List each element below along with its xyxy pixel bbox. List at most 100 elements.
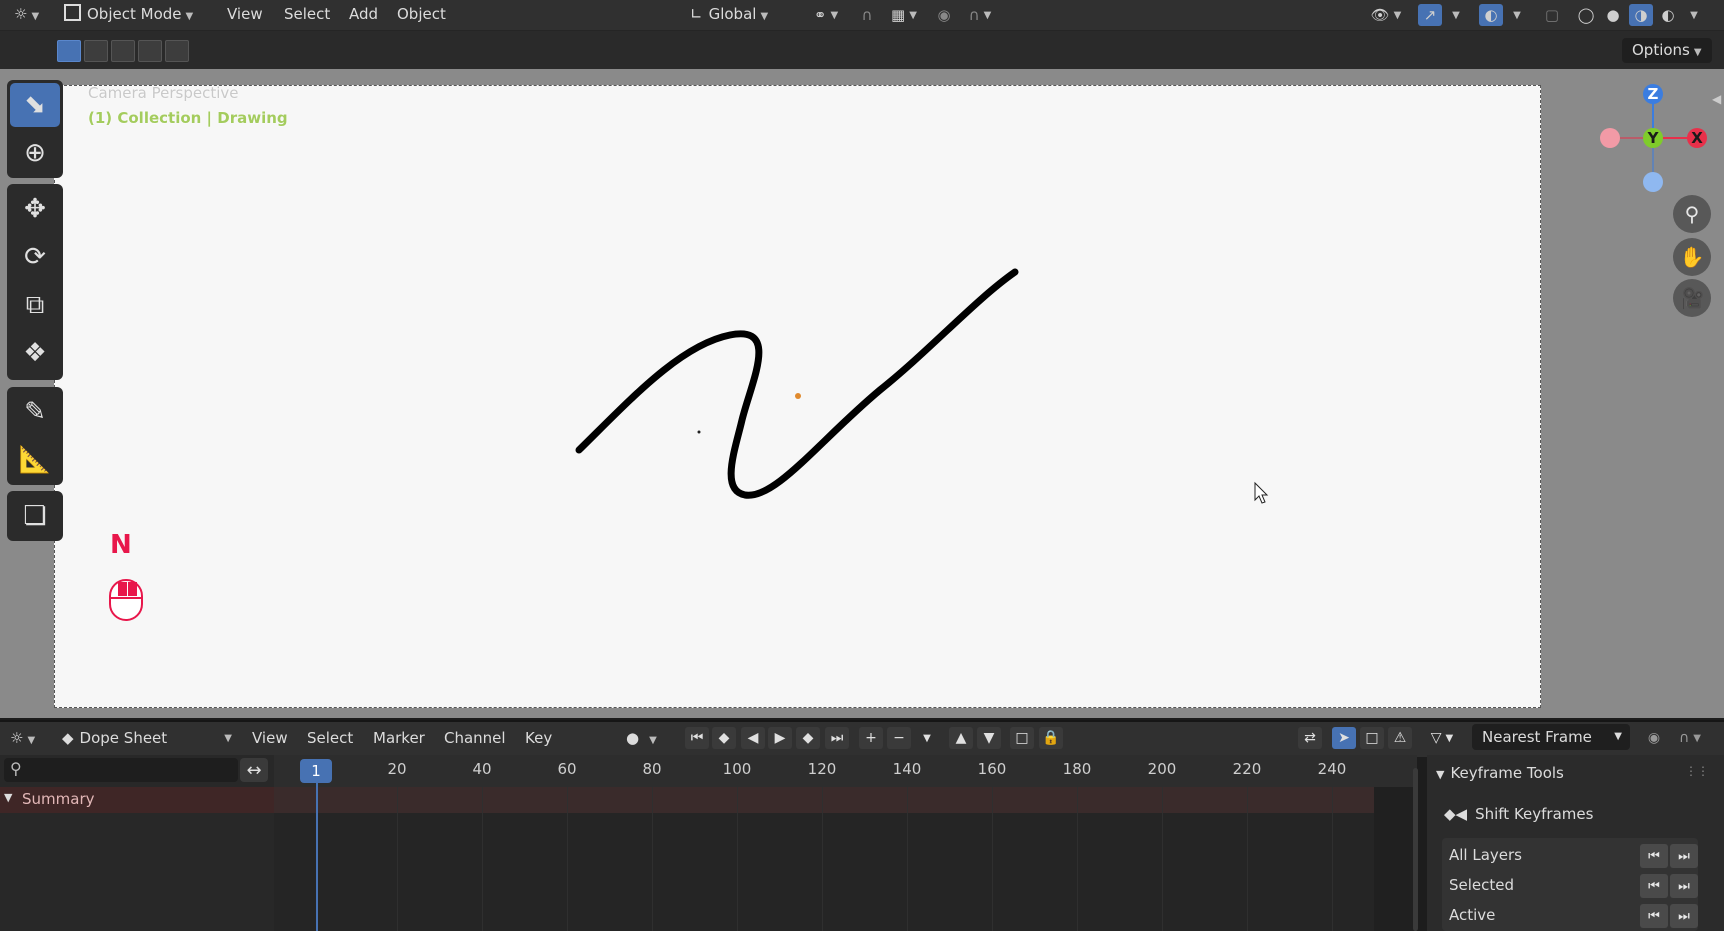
tool-move[interactable]: ✥ (10, 187, 60, 231)
collapse-expand-button[interactable]: ↔ (240, 758, 268, 782)
tool-annotate[interactable]: ✎ (10, 390, 60, 434)
chevron-down-icon: ▼ (1614, 731, 1622, 742)
sidebar-toggle-arrow[interactable]: ◀ (1712, 92, 1724, 108)
monitor-icon: □ (1015, 730, 1029, 746)
all-layers-shift-left-button[interactable]: ⏮ (1640, 844, 1668, 868)
shift-keyframes-text: Shift Keyframes (1475, 805, 1594, 823)
object-origin-point (795, 393, 801, 399)
chevron-down-icon: ▼ (1445, 732, 1454, 744)
only-errors-toggle[interactable]: ⚠ (1388, 727, 1412, 749)
prev-keyframe-button[interactable]: ◆ (712, 727, 736, 749)
mouse-button-icon (109, 579, 143, 621)
chevron-down-icon: ▼ (1436, 768, 1445, 781)
next-keyframe-button[interactable]: ◆ (796, 727, 820, 749)
dashed-box-icon: □ (1365, 730, 1379, 746)
show-hidden-toggle[interactable]: □ (1360, 727, 1384, 749)
rotate-icon: ⟳ (24, 242, 46, 272)
zoom-button[interactable]: ⚲ (1673, 195, 1711, 233)
channel-search-input[interactable]: ⚲ (4, 758, 238, 782)
selected-shift-right-button[interactable]: ⏭ (1670, 874, 1698, 898)
jump-end-icon: ⏭ (1678, 848, 1690, 864)
jump-start-icon: ⏮ (690, 730, 704, 746)
keyframe-type-dropdown[interactable]: ▼ (915, 727, 939, 749)
sync-button[interactable]: ⇄ (1298, 727, 1322, 749)
delete-keyframe-button[interactable]: − (887, 727, 911, 749)
pan-button[interactable]: ✋ (1673, 238, 1711, 276)
gizmo-axis-y[interactable]: Y (1643, 128, 1663, 148)
row-active-label: Active (1449, 906, 1496, 924)
ds-editor-type-menu[interactable]: ☼ ▼ (10, 724, 35, 754)
plus-icon: + (865, 730, 877, 746)
tool-select-box[interactable]: ⬊ (10, 83, 60, 127)
ds-menu-channel[interactable]: Channel (444, 724, 506, 754)
proportional-edit-toggle-ds[interactable]: ◉ (1642, 727, 1666, 749)
vertical-scrollbar[interactable] (1413, 768, 1418, 931)
ds-menu-marker[interactable]: Marker (373, 724, 425, 754)
ds-menu-view[interactable]: View (252, 724, 288, 754)
move-layer-down-button[interactable]: ▼ (977, 727, 1001, 749)
filters-dropdown[interactable]: ▽ ▼ (1422, 727, 1462, 749)
summary-track (274, 787, 1417, 813)
frame-grid-line (1332, 787, 1333, 931)
insert-keyframe-button[interactable]: + (859, 727, 883, 749)
tool-transform[interactable]: ❖ (10, 331, 60, 375)
drag-handle-icon[interactable]: ⋮⋮ (1685, 764, 1709, 778)
chevron-down-icon: ▼ (923, 732, 931, 744)
magnifier-icon: ⚲ (1684, 202, 1700, 226)
play-reverse-button[interactable]: ◀ (741, 727, 765, 749)
proportional-icon: ◉ (1647, 730, 1661, 746)
frame-grid-line (482, 787, 483, 931)
tool-cursor[interactable]: ⊕ (10, 131, 60, 175)
cursor-crosshair-icon: ⊕ (24, 138, 46, 168)
tool-add-cube[interactable]: ❏ (10, 494, 60, 538)
frame-tick-label: 20 (387, 760, 407, 778)
playhead-line[interactable] (316, 783, 318, 931)
ds-mode-dropdown[interactable]: ◆ Dope Sheet ▼ (62, 724, 232, 754)
jump-end-icon: ⏭ (1678, 878, 1690, 894)
jump-start-button[interactable]: ⏮ (685, 727, 709, 749)
warning-icon: ⚠ (1393, 730, 1407, 746)
summary-label: Summary (22, 790, 95, 808)
frame-tick-label: 100 (722, 760, 752, 778)
sync-icon: ⇄ (1304, 730, 1316, 746)
snapping-dropdown[interactable]: Nearest Frame ▼ (1472, 724, 1630, 750)
display-toggle-button[interactable]: □ (1010, 727, 1034, 749)
snapping-label: Nearest Frame (1482, 728, 1592, 746)
active-shift-right-button[interactable]: ⏭ (1670, 904, 1698, 928)
tool-rotate[interactable]: ⟳ (10, 235, 60, 279)
frame-tick-label: 180 (1062, 760, 1092, 778)
selected-shift-left-button[interactable]: ⏮ (1640, 874, 1668, 898)
ruler-icon: 📐 (18, 445, 52, 475)
move-layer-up-button[interactable]: ▲ (949, 727, 973, 749)
cursor-arrow-icon: ➤ (1338, 730, 1350, 746)
falloff-dropdown-ds[interactable]: ∩ ▼ (1670, 727, 1710, 749)
pencil-icon: ✎ (24, 397, 46, 427)
all-layers-buttons: ⏮ ⏭ (1640, 844, 1698, 868)
camera-view-button[interactable]: 🎥 (1673, 279, 1711, 317)
editor-type-icon: ☼ (10, 729, 24, 747)
summary-channel-row[interactable]: ▼ Summary (0, 787, 274, 813)
lock-button[interactable]: 🔒 (1039, 727, 1063, 749)
jump-end-button[interactable]: ⏭ (825, 727, 849, 749)
gizmo-axis-z[interactable]: Z (1643, 84, 1663, 104)
only-selected-toggle[interactable]: ➤ (1332, 727, 1356, 749)
active-shift-left-button[interactable]: ⏮ (1640, 904, 1668, 928)
triangle-down-icon: ▼ (983, 730, 995, 746)
record-icon: ● (626, 729, 640, 747)
gizmo-axis-x[interactable]: X (1687, 128, 1707, 148)
row-selected-label: Selected (1449, 876, 1515, 894)
tool-scale[interactable]: ⧉ (10, 283, 60, 327)
tool-measure[interactable]: 📐 (10, 438, 60, 482)
ds-menu-key[interactable]: Key (525, 724, 552, 754)
panel-header[interactable]: ▼ Keyframe Tools (1436, 764, 1564, 782)
record-button[interactable]: ● ▼ (626, 724, 657, 754)
chevron-down-icon: ▼ (224, 733, 232, 744)
panel-title: Keyframe Tools (1450, 764, 1564, 782)
next-keyframe-icon: ◆ (802, 730, 814, 746)
play-button[interactable]: ▶ (768, 727, 792, 749)
toolbar-group-annotate: ✎ 📐 (7, 387, 63, 485)
ds-menu-select[interactable]: Select (307, 724, 353, 754)
all-layers-shift-right-button[interactable]: ⏭ (1670, 844, 1698, 868)
current-frame-indicator[interactable]: 1 (300, 759, 332, 783)
frame-grid-line (737, 787, 738, 931)
